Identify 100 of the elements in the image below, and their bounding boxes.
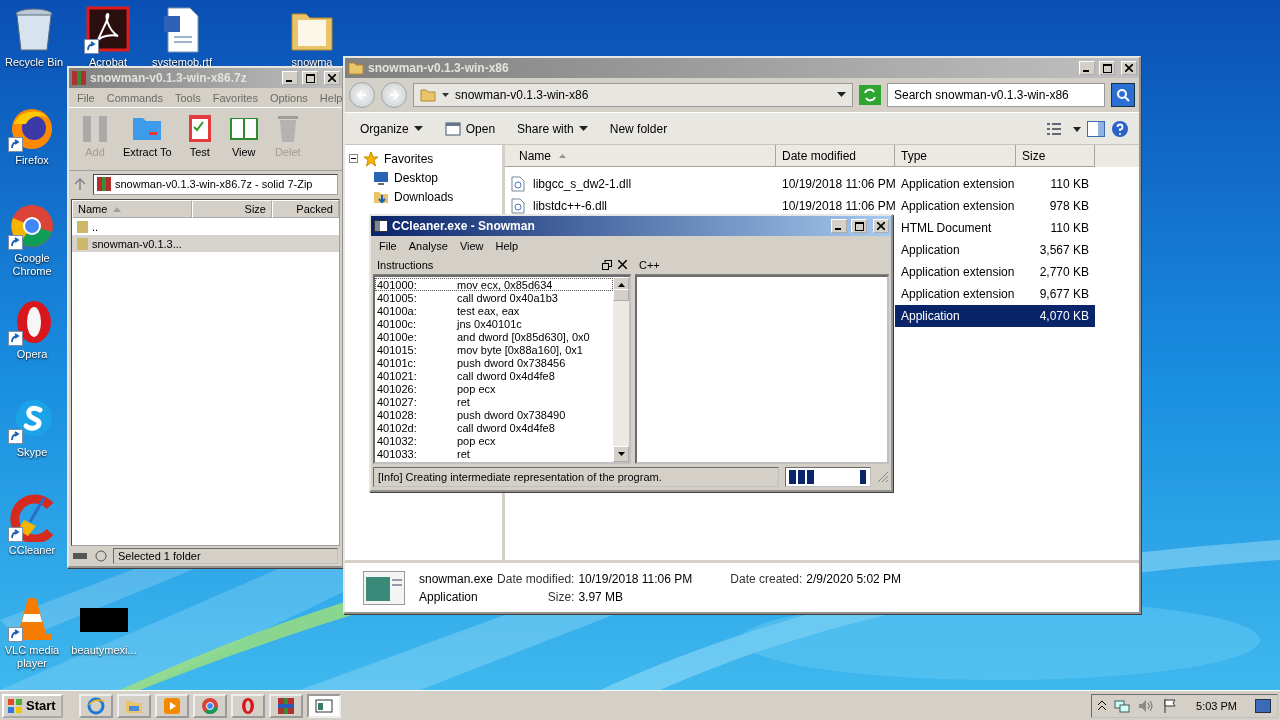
instruction-row[interactable]: 401015: mov byte [0x88a160], 0x1: [375, 343, 613, 356]
file-name[interactable]: libgcc_s_dw2-1.dll: [533, 177, 632, 191]
maximize-button[interactable]: [1099, 61, 1115, 75]
taskbar-button[interactable]: [230, 693, 265, 718]
close-button[interactable]: [873, 219, 889, 233]
detail-label: Size:: [546, 589, 575, 604]
menu-item[interactable]: Options: [263, 91, 314, 104]
resize-grip-icon[interactable]: [877, 471, 889, 483]
desktop-icon-label[interactable]: Google Chrome: [0, 252, 64, 278]
instruction-row[interactable]: 40100c: jns 0x40101c: [375, 317, 613, 330]
help-icon[interactable]: [1111, 119, 1129, 138]
column-header[interactable]: Name: [505, 145, 776, 167]
start-button[interactable]: Start: [2, 693, 63, 718]
file-name[interactable]: libstdc++-6.dll: [533, 199, 608, 213]
desktop-icon-label[interactable]: systemob.rtf: [152, 56, 212, 69]
list-row[interactable]: snowman-v0.1.3...: [72, 235, 339, 252]
column-header[interactable]: Size: [192, 200, 272, 218]
search-field[interactable]: Search snowman-v0.1.3-win-x86: [887, 83, 1105, 107]
taskbar-button[interactable]: [192, 693, 227, 718]
close-button[interactable]: [324, 71, 340, 85]
toolbar-button[interactable]: View: [223, 112, 264, 166]
command-button[interactable]: New folder: [604, 121, 673, 136]
desktop-icon-label[interactable]: Opera: [16, 348, 48, 361]
desktop-icon-label[interactable]: Firefox: [15, 154, 49, 167]
close-icon[interactable]: [618, 260, 627, 269]
instruction-code: call dword 0x4d4fe8: [457, 369, 555, 382]
column-header[interactable]: Date modified: [776, 145, 895, 167]
type-cell-text: Application extension: [900, 176, 1016, 193]
instruction-row[interactable]: 401005: call dword 0x40a1b3: [375, 291, 613, 304]
collapse-icon[interactable]: [349, 154, 358, 163]
undock-icon[interactable]: [602, 259, 612, 270]
address-field[interactable]: snowman-v0.1.3-win-x86: [413, 83, 853, 107]
desktop-icon-label[interactable]: snowma: [291, 56, 333, 69]
toolbar-button[interactable]: Extract To: [119, 112, 176, 166]
preview-pane-icon[interactable]: [1087, 120, 1105, 137]
column-header[interactable]: Size: [1016, 145, 1095, 167]
search-button[interactable]: [1111, 83, 1135, 107]
desktop-icon-label[interactable]: Recycle Bin: [4, 56, 64, 69]
instruction-row[interactable]: 401028: push dword 0x738490: [375, 408, 613, 421]
column-header[interactable]: Name: [72, 200, 192, 218]
minimize-button[interactable]: [1079, 61, 1095, 75]
nav-item[interactable]: Desktop: [345, 168, 502, 187]
scrollbar[interactable]: [613, 277, 629, 462]
command-button[interactable]: Share with: [512, 121, 593, 136]
size-cell-text: 2,770 KB: [1038, 264, 1090, 281]
network-icon[interactable]: [1114, 697, 1131, 714]
maximize-button[interactable]: [302, 71, 318, 85]
instruction-row[interactable]: 40101c: push dword 0x738456: [375, 356, 613, 369]
menu-item[interactable]: Analyse: [402, 239, 454, 252]
maximize-button[interactable]: [851, 219, 867, 233]
menu-item[interactable]: File: [71, 91, 101, 104]
taskbar-button[interactable]: [268, 693, 303, 718]
menu-item[interactable]: Help: [313, 91, 342, 104]
chevron-up-icon[interactable]: [1098, 700, 1107, 711]
archive-icon: [276, 696, 295, 715]
detail-value: 3.97 MB: [578, 589, 625, 604]
flag-icon[interactable]: [1162, 697, 1179, 714]
nav-item[interactable]: Downloads: [345, 187, 502, 206]
list-row[interactable]: ..: [72, 218, 339, 235]
instruction-row[interactable]: 401021: call dword 0x4d4fe8: [375, 369, 613, 382]
clock[interactable]: 5:03 PM: [1186, 699, 1247, 712]
minimize-button[interactable]: [282, 71, 298, 85]
menu-item[interactable]: Tools: [169, 91, 207, 104]
nav-item[interactable]: Favorites: [345, 149, 502, 168]
instruction-row[interactable]: 40100e: and dword [0x85d630], 0x0: [375, 330, 613, 343]
menu-item[interactable]: View: [453, 239, 490, 252]
size-cell-text: 9,677 KB: [1038, 286, 1090, 303]
column-header[interactable]: Type: [895, 145, 1016, 167]
instruction-row[interactable]: 40102d: call dword 0x4d4fe8: [375, 421, 613, 434]
path-field[interactable]: snowman-v0.1.3-win-x86.7z - solid 7-Zip: [93, 173, 338, 195]
taskbar-button[interactable]: [154, 693, 189, 718]
instruction-row[interactable]: 401026: pop ecx: [375, 382, 613, 395]
taskbar-button[interactable]: [306, 693, 341, 718]
taskbar-button[interactable]: [116, 693, 151, 718]
file-name: snowman.exe: [419, 571, 494, 586]
command-button[interactable]: Organize: [355, 121, 428, 136]
instruction-row[interactable]: 401032: pop ecx: [375, 434, 613, 447]
view-options-icon[interactable]: [1047, 121, 1081, 136]
maximize-icon: [1102, 63, 1112, 73]
close-button[interactable]: [1121, 61, 1137, 75]
menu-item[interactable]: Favorites: [206, 91, 264, 104]
column-header[interactable]: Packed: [272, 200, 339, 218]
search-icon: [1116, 88, 1130, 102]
instruction-row[interactable]: 40100a: test eax, eax: [375, 304, 613, 317]
show-desktop-icon[interactable]: [1255, 698, 1271, 713]
monitor-icon: [373, 169, 389, 186]
toolbar-button[interactable]: Test: [179, 112, 220, 166]
command-button[interactable]: Open: [439, 120, 501, 137]
instruction-code: ret: [457, 447, 470, 460]
menu-item[interactable]: Commands: [100, 91, 169, 104]
instruction-address: 40100c:: [377, 317, 418, 330]
refresh-icon[interactable]: [859, 85, 881, 105]
instruction-row[interactable]: 401027: ret: [375, 395, 613, 408]
menu-item[interactable]: File: [373, 239, 403, 252]
menu-item[interactable]: Help: [489, 239, 525, 252]
instruction-row[interactable]: 401000: mov ecx, 0x85d634: [375, 278, 613, 291]
instruction-row[interactable]: 401033: ret: [375, 447, 613, 460]
minimize-button[interactable]: [831, 219, 847, 233]
desktop-icon-label[interactable]: Acrobat: [89, 56, 127, 69]
taskbar-button[interactable]: [78, 693, 113, 718]
